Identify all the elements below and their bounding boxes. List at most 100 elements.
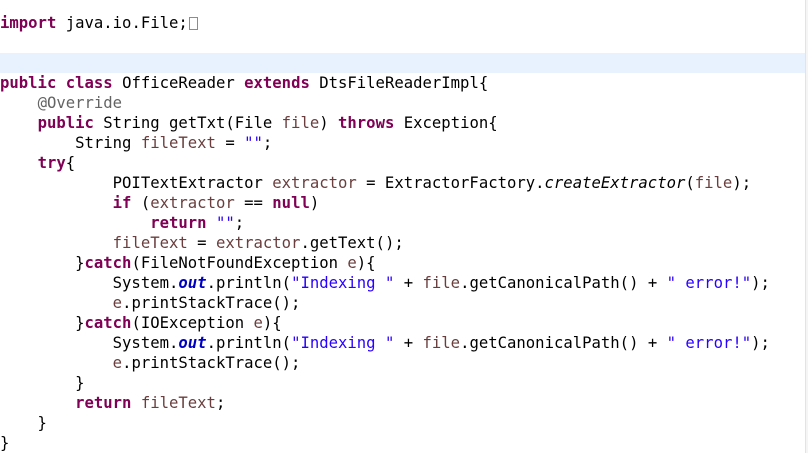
code-token: @Override — [37, 94, 123, 112]
code-token: .printStackTrace(); — [122, 294, 301, 312]
code-token: (IOException — [131, 314, 254, 332]
code-token: extractor — [150, 194, 235, 212]
code-token: { — [65, 154, 76, 172]
code-token: fileText — [140, 134, 216, 152]
code-token: return — [150, 214, 207, 232]
code-token: file — [422, 334, 461, 352]
code-token: " error!" — [666, 274, 752, 292]
code-line[interactable]: public String getTxt(File file) throws E… — [0, 113, 808, 133]
code-token: catch — [84, 314, 132, 332]
code-line[interactable]: e.printStackTrace(); — [0, 293, 808, 313]
code-token: = ExtractorFactory. — [356, 174, 545, 192]
code-token: .println( — [206, 274, 292, 292]
code-token: extends — [244, 74, 310, 92]
code-token: ; — [215, 394, 226, 412]
code-line[interactable]: System.out.println("Indexing " + file.ge… — [0, 273, 808, 293]
code-line[interactable]: String fileText = ""; — [0, 133, 808, 153]
code-token: " error!" — [666, 334, 752, 352]
code-token: null — [272, 194, 310, 212]
code-token: out — [178, 334, 207, 352]
code-token: System. — [0, 334, 179, 352]
code-line[interactable]: } — [0, 373, 808, 393]
code-token: extractor — [272, 174, 357, 192]
collapsed-imports-icon[interactable] — [188, 17, 198, 30]
code-token: catch — [84, 254, 132, 272]
code-line[interactable]: }catch(FileNotFoundException e){ — [0, 253, 808, 273]
code-token: } — [0, 254, 85, 272]
code-line[interactable]: } — [0, 413, 808, 433]
code-line[interactable]: return fileText; — [0, 393, 808, 413]
code-line[interactable]: if (extractor == null) — [0, 193, 808, 213]
code-token: return — [75, 394, 132, 412]
code-token: "Indexing " — [291, 334, 395, 352]
code-token: e — [112, 354, 123, 372]
code-line[interactable] — [0, 33, 808, 53]
code-token: ( — [685, 174, 695, 192]
code-token: if — [112, 194, 132, 212]
code-token: ); — [751, 274, 770, 292]
code-token: == — [234, 194, 273, 212]
code-token: file — [422, 274, 461, 292]
code-token: Exception{ — [394, 114, 498, 132]
code-token: } — [0, 314, 85, 332]
code-token: java.io.File; — [56, 14, 188, 32]
code-token: = — [187, 234, 216, 252]
code-token: System. — [0, 274, 179, 292]
code-token: import — [0, 14, 57, 32]
code-token: class — [65, 74, 113, 92]
code-token: ; — [234, 214, 245, 232]
code-token: } — [0, 414, 47, 432]
code-token: ( — [131, 194, 151, 212]
code-token: .getText(); — [300, 234, 404, 252]
code-token: ); — [751, 334, 770, 352]
code-token: String getTxt(File — [93, 114, 282, 132]
code-line[interactable]: } — [0, 433, 808, 453]
current-line[interactable] — [0, 53, 808, 73]
code-token: .getCanonicalPath() + — [460, 274, 667, 292]
code-line[interactable]: public class OfficeReader extends DtsFil… — [0, 73, 808, 93]
code-token: file — [281, 114, 320, 132]
code-line[interactable]: }catch(IOException e){ — [0, 313, 808, 333]
code-token: + — [394, 334, 423, 352]
code-token: e — [347, 254, 357, 272]
code-token: try — [37, 154, 66, 172]
code-line[interactable]: e.printStackTrace(); — [0, 353, 808, 373]
code-token: extractor — [215, 234, 301, 252]
code-token: ) — [319, 114, 339, 132]
code-token: ){ — [356, 254, 376, 272]
code-token: file — [694, 174, 733, 192]
code-line[interactable]: fileText = extractor.getText(); — [0, 233, 808, 253]
code-line[interactable]: import java.io.File; — [0, 13, 808, 33]
code-token: fileText — [112, 234, 188, 252]
code-token: (FileNotFoundException — [131, 254, 348, 272]
code-token: POITextExtractor — [0, 174, 273, 192]
code-token: + — [394, 274, 423, 292]
code-token: public — [37, 114, 94, 132]
code-token: } — [0, 434, 10, 452]
code-line[interactable]: System.out.println("Indexing " + file.ge… — [0, 333, 808, 353]
code-editor[interactable]: import java.io.File; public class OfficeR… — [0, 0, 808, 453]
code-token: ); — [732, 174, 752, 192]
code-line[interactable]: @Override — [0, 93, 808, 113]
code-token: out — [178, 274, 207, 292]
code-line[interactable]: return ""; — [0, 213, 808, 233]
code-token: .printStackTrace(); — [122, 354, 301, 372]
code-token: ; — [262, 134, 273, 152]
code-token: e — [112, 294, 123, 312]
code-token: throws — [338, 114, 395, 132]
code-token: .println( — [206, 334, 292, 352]
code-token: "Indexing " — [291, 274, 395, 292]
code-line[interactable]: try{ — [0, 153, 808, 173]
code-token: = — [215, 134, 245, 152]
code-line[interactable]: POITextExtractor extractor = ExtractorFa… — [0, 173, 808, 193]
code-token: OfficeReader — [112, 74, 245, 92]
